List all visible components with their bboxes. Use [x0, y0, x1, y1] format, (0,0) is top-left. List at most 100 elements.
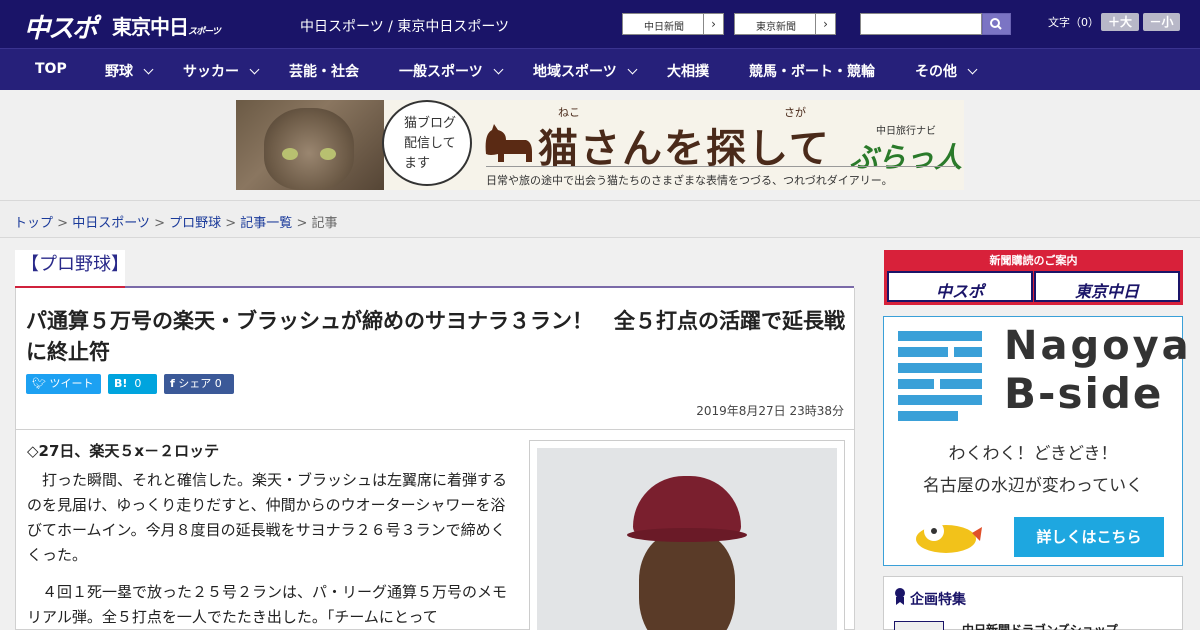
cat-eye	[282, 148, 298, 160]
nav-item-sumo[interactable]: 大相撲	[667, 61, 709, 81]
fried-shrimp-mascot-icon	[916, 521, 982, 553]
cat-photo	[236, 100, 384, 190]
feature-thumbnail[interactable]	[894, 621, 944, 630]
header-bar: 中スポ 東京中日スポーツ 中日スポーツ / 東京中日スポーツ 中日新聞 › 東京…	[0, 0, 1200, 48]
nav-item-label: TOP	[35, 61, 67, 77]
nav-item-soccer[interactable]: サッカー	[183, 61, 260, 81]
nav-item-label: 野球	[105, 64, 133, 80]
speech-text: 猫ブログ配信してます	[404, 116, 457, 171]
subscription-title: 新聞購読のご案内	[989, 254, 1078, 267]
banner-divider	[486, 166, 956, 167]
breadcrumb-link-chunichi-sports[interactable]: 中日スポーツ	[72, 216, 150, 231]
breadcrumb-link-pro-baseball[interactable]: プロ野球	[169, 216, 221, 231]
facebook-icon: f	[170, 377, 175, 390]
subscribe-chuspo-label: 中スポ	[935, 282, 984, 301]
nav-item-label: 地域スポーツ	[533, 64, 617, 80]
breadcrumb: トップ > 中日スポーツ > プロ野球 > 記事一覧 > 記事	[0, 200, 1200, 238]
nagoya-title-2: B-side	[1004, 369, 1164, 418]
article-date: 2019年8月27日 23時38分	[696, 404, 844, 418]
player-face	[639, 532, 735, 630]
feature-box: 企画特集 中日新聞ドラゴンズショップ	[883, 576, 1183, 630]
ribbon-icon	[895, 588, 905, 605]
nagoya-tagline-2: 名古屋の水辺が変わっていく	[922, 476, 1144, 496]
article-headline: パ通算５万号の楽天・ブラッシュが締めのサヨナラ３ラン！ 全５打点の活躍で延長戦に…	[26, 309, 845, 364]
feature-title: 企画特集	[910, 592, 966, 608]
nagoya-tagline-1: わくわく！どきどき！	[948, 444, 1118, 464]
article-body: ◇27日、楽天５x－２ロッテ 打った瞬間、それと確信した。楽天・ブラッシュは左翼…	[15, 430, 855, 630]
font-size-label: 文字（0）	[1048, 16, 1099, 29]
chuspo-logo[interactable]: 中スポ	[24, 8, 98, 45]
nagoya-details-button[interactable]: 詳しくはこちら	[1014, 517, 1164, 557]
chevron-down-icon	[627, 64, 638, 75]
nagoya-title-1: Nagoya	[1004, 323, 1192, 369]
chevron-down-icon	[967, 64, 978, 75]
feature-item-link[interactable]: 中日新聞ドラゴンズショップ	[962, 621, 1118, 630]
article-header: パ通算５万号の楽天・ブラッシュが締めのサヨナラ３ラン！ 全５打点の活躍で延長戦に…	[15, 288, 855, 430]
search-icon	[990, 18, 1002, 30]
hatena-bookmark-button[interactable]: B! 0	[108, 374, 157, 394]
search-button[interactable]	[982, 13, 1011, 35]
tokyo-chunichi-logo-text: 東京中日	[112, 15, 189, 39]
subscribe-tokyo-chunichi-button[interactable]: 東京中日	[1034, 271, 1180, 302]
nav-item-label: 一般スポーツ	[399, 64, 483, 80]
nav-item-entertainment[interactable]: 芸能・社会	[289, 61, 359, 81]
nav-item-label: 競馬・ボート・競輪	[749, 64, 875, 80]
chevron-down-icon	[249, 64, 260, 75]
breadcrumb-link-top[interactable]: トップ	[14, 216, 53, 231]
nagoya-bside-ad[interactable]: Nagoya B-side わくわく！どきどき！ 名古屋の水辺が変わっていく 詳…	[883, 316, 1189, 566]
article-paragraph: 打った瞬間、それと確信した。楽天・ブラッシュは左翼席に着弾するのを見届け、ゆっく…	[27, 471, 508, 564]
search-input[interactable]	[860, 13, 982, 35]
subscribe-tokyo-chunichi-label: 東京中日	[1074, 282, 1139, 301]
hatena-count: 0	[134, 377, 142, 390]
facebook-label: シェア	[178, 377, 212, 390]
tokyo-shimbun-link[interactable]: 東京新聞 ›	[734, 13, 836, 35]
cat-eye	[320, 148, 336, 160]
subscription-box: 新聞購読のご案内 中スポ 東京中日	[884, 250, 1183, 305]
nav-item-baseball[interactable]: 野球	[105, 61, 154, 81]
player-cap	[633, 476, 741, 536]
tokyo-chunichi-logo[interactable]: 東京中日スポーツ	[112, 11, 221, 40]
chevron-down-icon	[493, 64, 504, 75]
nav-item-racing[interactable]: 競馬・ボート・競輪	[749, 61, 875, 81]
cat-silhouette-icon	[485, 124, 532, 162]
player-cap-brim	[627, 528, 747, 542]
tweet-button[interactable]: 🐦︎ ツイート	[26, 374, 101, 394]
font-size-up-button[interactable]: ＋大	[1101, 13, 1139, 31]
chevron-right-icon: ›	[703, 14, 723, 34]
facebook-count: 0	[214, 377, 222, 390]
banner-subtitle: 日常や旅の途中で出会う猫たちのさまざまな表情をつづる、つれづれダイアリー。	[486, 174, 893, 187]
main-nav: TOP 野球 サッカー 芸能・社会 一般スポーツ 地域スポーツ 大相撲 競馬・ボ…	[0, 48, 1200, 90]
nav-item-general-sports[interactable]: 一般スポーツ	[399, 61, 504, 81]
chevron-down-icon	[143, 64, 154, 75]
nav-item-top[interactable]: TOP	[35, 61, 67, 77]
banner-nav-sub: 中日旅行ナビ	[876, 126, 936, 137]
speech-bubble: 猫ブログ配信してます	[382, 100, 472, 186]
cat-face	[264, 108, 354, 190]
nav-item-label: 芸能・社会	[289, 64, 359, 80]
tokyo-chunichi-logo-small: スポーツ	[188, 27, 221, 37]
twitter-icon: 🐦︎	[32, 377, 46, 390]
article-paragraph: ４回１死一塁で放った２５号２ランは、パ・リーグ通算５万号のメモリアル弾。全５打点…	[27, 583, 508, 626]
nav-item-label: その他	[915, 64, 957, 80]
game-result: ◇27日、楽天５x－２ロッテ	[27, 442, 220, 460]
breadcrumb-link-article-list[interactable]: 記事一覧	[240, 216, 292, 231]
nav-item-other[interactable]: その他	[915, 61, 978, 81]
font-size-down-button[interactable]: －小	[1143, 13, 1180, 31]
player-photo[interactable]	[537, 448, 837, 630]
breadcrumb-trail: トップ > 中日スポーツ > プロ野球 > 記事一覧 > 記事	[14, 216, 338, 231]
chunichi-shimbun-link[interactable]: 中日新聞 ›	[622, 13, 724, 35]
hatena-icon: B!	[114, 377, 128, 390]
tweet-label: ツイート	[49, 377, 94, 390]
category-label[interactable]: 【プロ野球】	[15, 250, 129, 288]
cat-blog-banner[interactable]: 猫ブログ配信してます ねこ さが 猫さんを探して 中日旅行ナビ ぶらっ人 日常や…	[236, 100, 964, 190]
nav-item-label: 大相撲	[667, 64, 709, 80]
subscribe-chuspo-button[interactable]: 中スポ	[887, 271, 1033, 302]
nav-item-local-sports[interactable]: 地域スポーツ	[533, 61, 638, 81]
nav-item-label: サッカー	[183, 64, 239, 80]
player-photo-frame	[529, 440, 845, 630]
banner-nav-name: ぶらっ人	[850, 141, 963, 174]
facebook-share-button[interactable]: f シェア 0	[164, 374, 234, 394]
chunichi-shimbun-label: 中日新聞	[644, 22, 684, 33]
category-label-text: 【プロ野球】	[21, 254, 129, 275]
breadcrumb-current: 記事	[311, 216, 338, 231]
